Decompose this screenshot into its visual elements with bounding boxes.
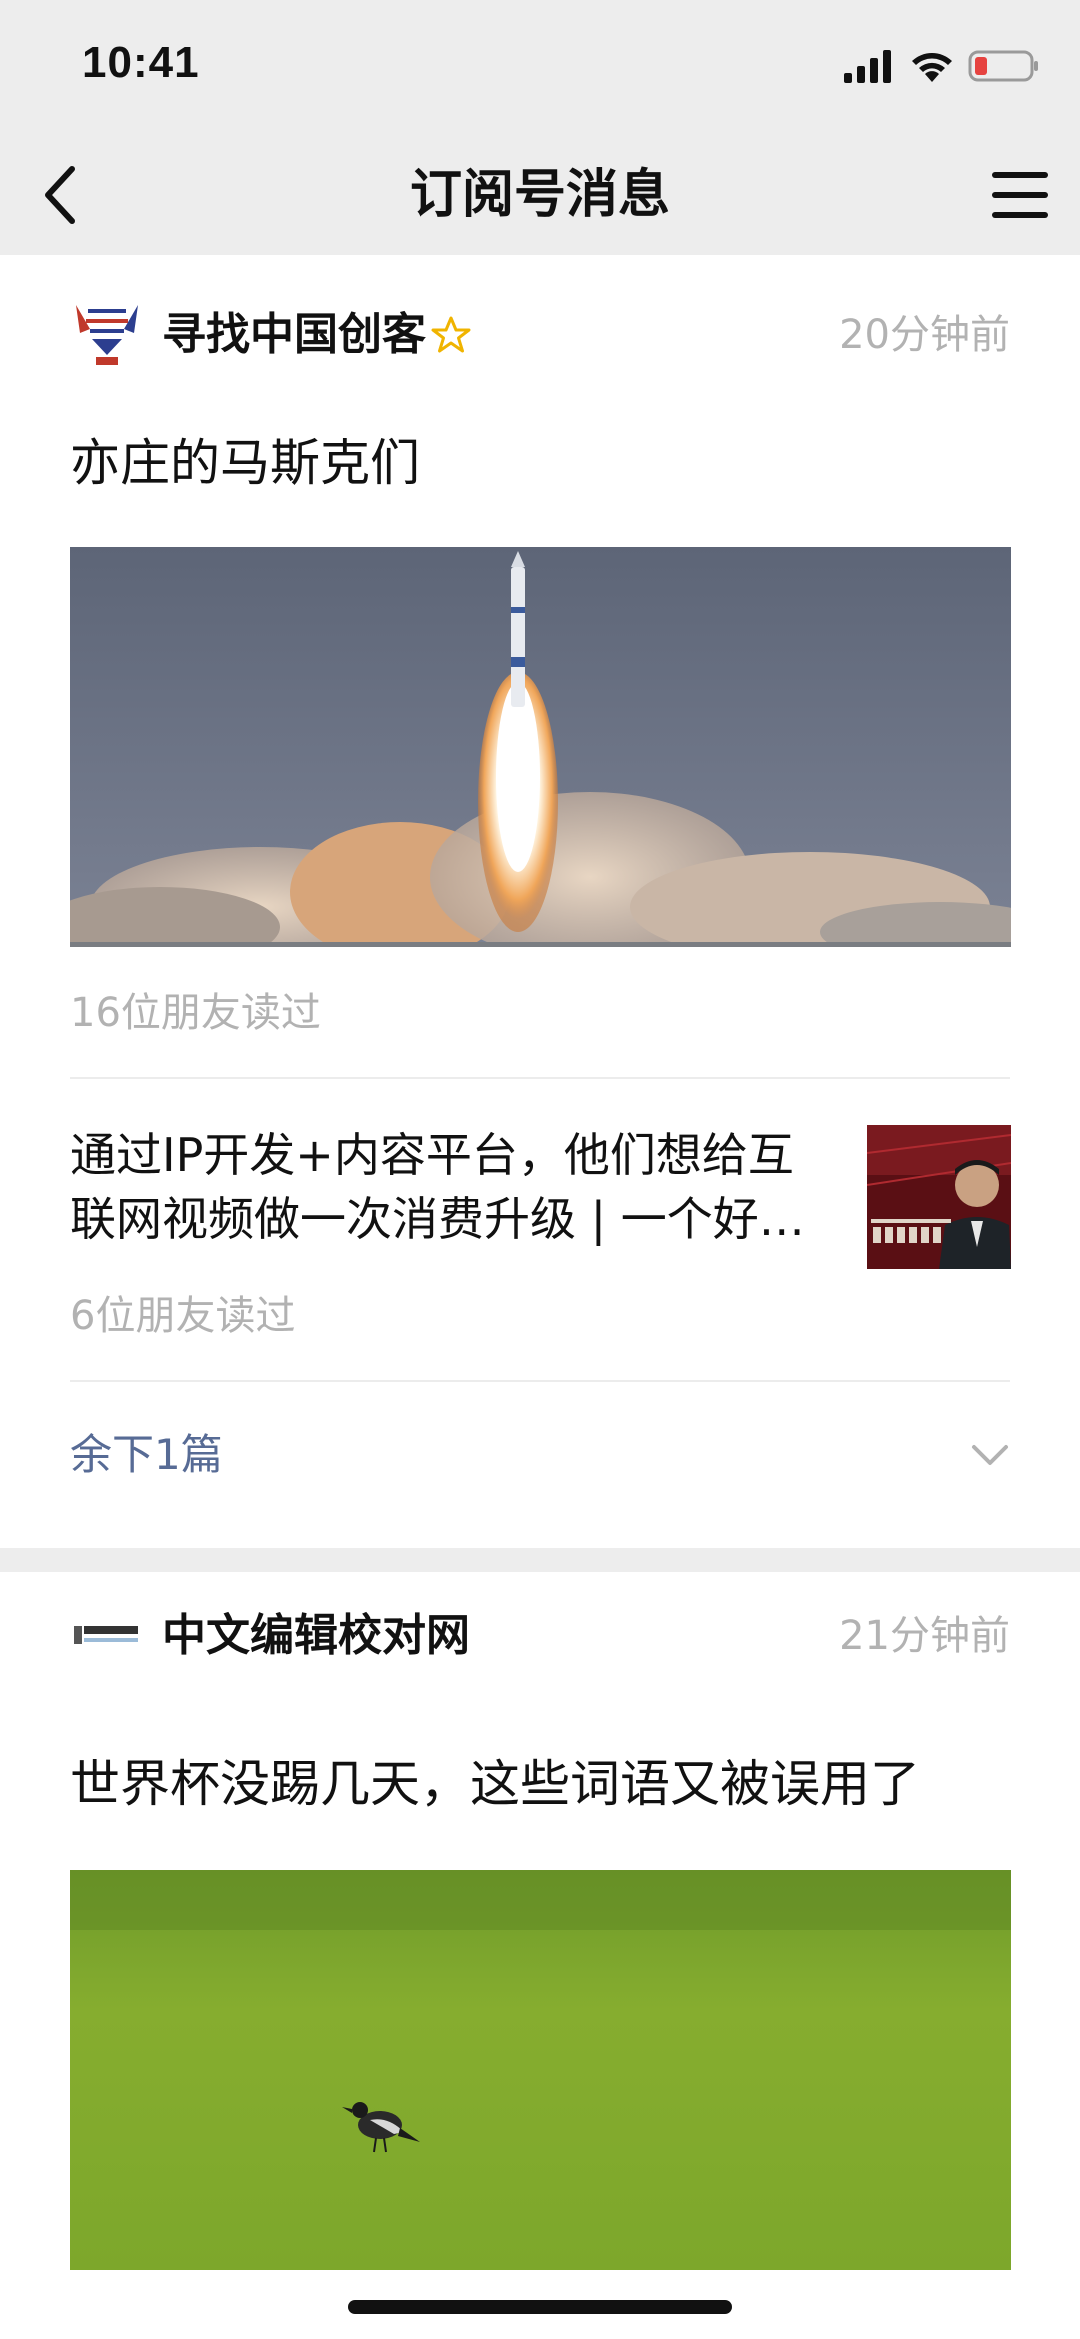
message-card: 中文编辑校对网 21分钟前 世界杯没踢几天，这些词语又被误用了 <box>0 1572 1080 2339</box>
divider <box>70 1077 1010 1079</box>
status-bar: 10:41 <box>0 0 1080 135</box>
article-title[interactable]: 世界杯没踢几天，这些词语又被误用了 <box>70 1752 1010 1817</box>
nav-bar: 订阅号消息 <box>0 135 1080 255</box>
signal-icon <box>844 50 891 83</box>
home-indicator[interactable] <box>348 2300 732 2314</box>
article-cover-image[interactable] <box>70 1870 1011 2270</box>
sub-article-title-line1: 通过IP开发+内容平台，他们想给互 <box>70 1128 794 1182</box>
more-articles-label: 余下1篇 <box>70 1430 223 1479</box>
account-name: 寻找中国创客 <box>162 309 426 360</box>
menu-icon <box>992 172 1048 218</box>
more-articles-row[interactable]: 余下1篇 <box>70 1405 1010 1505</box>
wifi-icon <box>912 53 952 82</box>
status-icons <box>844 46 1040 86</box>
article-cover-image[interactable] <box>70 547 1011 947</box>
account-name: 中文编辑校对网 <box>162 1610 470 1661</box>
lead-read-count: 16位朋友读过 <box>70 990 321 1036</box>
status-time: 10:41 <box>82 38 200 87</box>
account-header[interactable]: 中文编辑校对网 21分钟前 <box>70 1596 1010 1676</box>
message-time: 20分钟前 <box>839 312 1010 358</box>
chevron-down-icon <box>972 1445 1008 1465</box>
sub-read-count: 6位朋友读过 <box>70 1293 296 1339</box>
sub-article-title[interactable]: 通过IP开发+内容平台，他们想给互 联网视频做一次消费升级 | 一个好… <box>70 1123 810 1251</box>
account-avatar <box>70 1616 144 1656</box>
account-header[interactable]: 寻找中国创客 20分钟前 <box>70 295 1010 375</box>
account-avatar <box>70 299 144 369</box>
menu-button[interactable] <box>988 163 1052 227</box>
star-icon <box>431 316 471 353</box>
sub-article-title-line2: 联网视频做一次消费升级 | 一个好… <box>70 1192 805 1246</box>
message-card: 寻找中国创客 20分钟前 亦庄的马斯克们 16位朋友读过 通过IP开发+内容平台… <box>0 255 1080 1548</box>
divider <box>70 1380 1010 1382</box>
article-title[interactable]: 亦庄的马斯克们 <box>70 431 1010 496</box>
battery-icon <box>968 50 1038 82</box>
message-time: 21分钟前 <box>839 1613 1010 1659</box>
sub-article-thumbnail[interactable] <box>867 1125 1011 1269</box>
page-title: 订阅号消息 <box>409 165 670 225</box>
